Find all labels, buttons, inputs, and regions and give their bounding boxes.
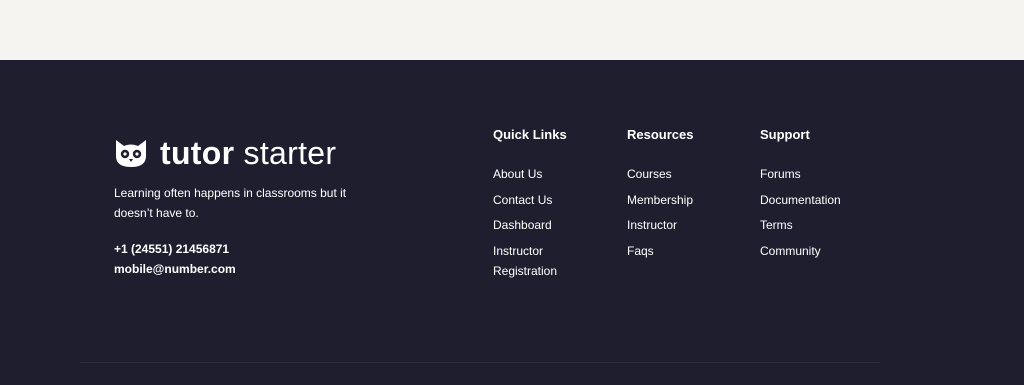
logo-text-bold: tutor xyxy=(160,135,235,171)
quick-links-heading: Quick Links xyxy=(493,127,567,142)
email-link[interactable]: mobile@number.com xyxy=(114,259,414,279)
phone-link[interactable]: +1 (24551) 21456871 xyxy=(114,239,414,259)
footer-link-terms[interactable]: Terms xyxy=(760,215,885,236)
site-footer: tutor starter Learning often happens in … xyxy=(0,60,1024,385)
resources-column: Resources Courses Membership Instructor … xyxy=(627,126,752,266)
footer-link-instructor[interactable]: Instructor xyxy=(627,215,752,236)
footer-brand: tutor starter Learning often happens in … xyxy=(114,136,414,279)
footer-link-contact-us[interactable]: Contact Us xyxy=(493,190,603,211)
footer-link-faqs[interactable]: Faqs xyxy=(627,241,752,262)
quick-links-column: Quick Links About Us Contact Us Dashboar… xyxy=(493,126,603,287)
logo[interactable]: tutor starter xyxy=(114,136,414,170)
footer-link-instructor-registration[interactable]: Instructor Registration xyxy=(493,241,603,282)
footer-link-forums[interactable]: Forums xyxy=(760,164,885,185)
footer-link-dashboard[interactable]: Dashboard xyxy=(493,215,603,236)
footer-link-about-us[interactable]: About Us xyxy=(493,164,603,185)
logo-text: tutor starter xyxy=(160,136,336,170)
footer-link-community[interactable]: Community xyxy=(760,241,885,262)
footer-link-membership[interactable]: Membership xyxy=(627,190,752,211)
owl-icon xyxy=(114,138,148,168)
page-top-section xyxy=(0,0,1024,60)
support-column: Support Forums Documentation Terms Commu… xyxy=(760,126,885,266)
resources-heading: Resources xyxy=(627,127,694,142)
footer-link-documentation[interactable]: Documentation xyxy=(760,190,885,211)
footer-tagline: Learning often happens in classrooms but… xyxy=(114,186,347,220)
footer-link-courses[interactable]: Courses xyxy=(627,164,752,185)
support-heading: Support xyxy=(760,127,810,142)
footer-divider xyxy=(80,362,880,363)
logo-text-light: starter xyxy=(234,135,337,171)
